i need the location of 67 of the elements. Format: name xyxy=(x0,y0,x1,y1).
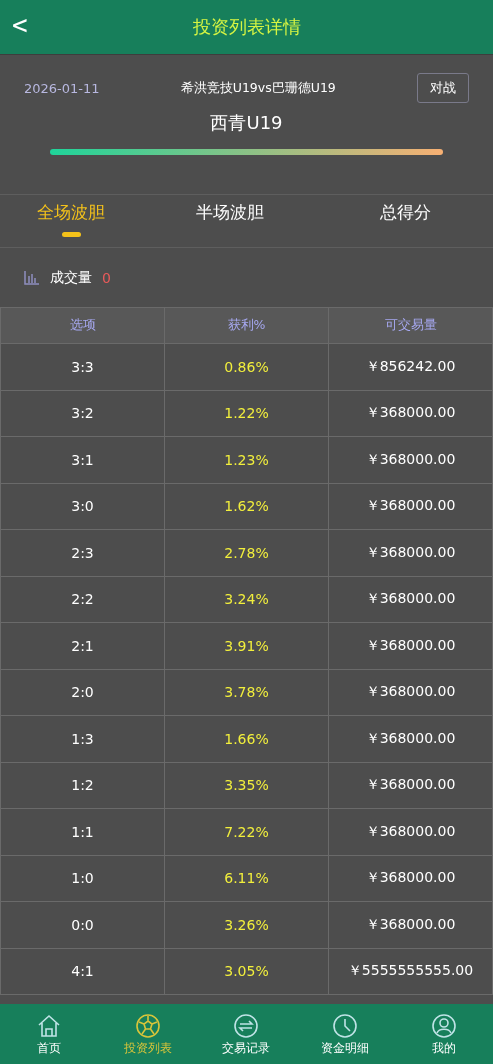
table-cell: ￥5555555555.00 xyxy=(328,948,493,995)
back-button[interactable]: < xyxy=(12,10,28,40)
nav-item[interactable]: 资金明细 xyxy=(295,1004,395,1064)
table-cell: ￥368000.00 xyxy=(328,808,493,855)
bar-chart-icon xyxy=(24,270,40,285)
table-cell: ￥368000.00 xyxy=(328,715,493,762)
match-teams: 希洪竞技U19vs巴珊德U19 xyxy=(180,79,336,97)
tab[interactable]: 全场波胆 xyxy=(0,195,143,247)
football-icon xyxy=(134,1012,161,1039)
table-cell: 3.78% xyxy=(164,669,329,716)
table-cell: 6.11% xyxy=(164,855,329,902)
table-cell: 3:2 xyxy=(0,390,165,437)
table-cell: 3.24% xyxy=(164,576,329,623)
table-cell: 3:0 xyxy=(0,483,165,530)
table-cell: 0:0 xyxy=(0,901,165,948)
table-cell: 1.22% xyxy=(164,390,329,437)
table-cell: 0.86% xyxy=(164,343,329,390)
table-cell: ￥368000.00 xyxy=(328,855,493,902)
table-cell: 2:3 xyxy=(0,529,165,576)
page-title: 投资列表详情 xyxy=(192,15,301,39)
nav-item[interactable]: 投资列表 xyxy=(98,1004,198,1064)
volume-value: 0 xyxy=(102,269,111,286)
table-cell: 3.91% xyxy=(164,622,329,669)
nav-item[interactable]: 我的 xyxy=(394,1004,493,1064)
table-cell: 1:2 xyxy=(0,762,165,809)
column-header: 获利% xyxy=(164,307,329,344)
table-cell: 1:1 xyxy=(0,808,165,855)
tab[interactable]: 半场波胆 xyxy=(142,195,318,247)
team-name: 西青U19 xyxy=(209,111,284,135)
table-cell: ￥368000.00 xyxy=(328,669,493,716)
table-cell: 2:0 xyxy=(0,669,165,716)
table-cell: 1:3 xyxy=(0,715,165,762)
table-cell: ￥368000.00 xyxy=(328,529,493,576)
volume-label: 成交量 xyxy=(50,268,92,287)
tab[interactable]: 总得分 xyxy=(317,195,493,247)
table-cell: ￥368000.00 xyxy=(328,622,493,669)
user-icon xyxy=(430,1012,457,1039)
table-cell: 3.35% xyxy=(164,762,329,809)
table-cell: ￥368000.00 xyxy=(328,762,493,809)
table-cell: 1.66% xyxy=(164,715,329,762)
nav-item[interactable]: 交易记录 xyxy=(197,1004,296,1064)
tab-indicator xyxy=(61,232,81,237)
table-cell: 3.05% xyxy=(164,948,329,995)
table-cell: ￥368000.00 xyxy=(328,436,493,483)
versus-button[interactable]: 对战 xyxy=(417,73,469,103)
swap-icon xyxy=(233,1012,260,1039)
table-cell: 2:1 xyxy=(0,622,165,669)
table-cell: 1.23% xyxy=(164,436,329,483)
match-date: 2026-01-11 xyxy=(24,80,100,96)
table-cell: 2:2 xyxy=(0,576,165,623)
nav-item[interactable]: 首页 xyxy=(0,1004,99,1064)
table-cell: 2.78% xyxy=(164,529,329,576)
table-cell: ￥856242.00 xyxy=(328,343,493,390)
column-header: 选项 xyxy=(0,307,165,344)
table-cell: 1.62% xyxy=(164,483,329,530)
table-cell: ￥368000.00 xyxy=(328,901,493,948)
table-cell: ￥368000.00 xyxy=(328,390,493,437)
column-header: 可交易量 xyxy=(328,307,493,344)
table-cell: 3:1 xyxy=(0,436,165,483)
table-cell: 4:1 xyxy=(0,948,165,995)
table-cell: 7.22% xyxy=(164,808,329,855)
table-cell: 1:0 xyxy=(0,855,165,902)
table-cell: 3:3 xyxy=(0,343,165,390)
clock-icon xyxy=(332,1012,359,1039)
table-cell: ￥368000.00 xyxy=(328,576,493,623)
table-cell: ￥368000.00 xyxy=(328,483,493,530)
table-cell: 3.26% xyxy=(164,901,329,948)
